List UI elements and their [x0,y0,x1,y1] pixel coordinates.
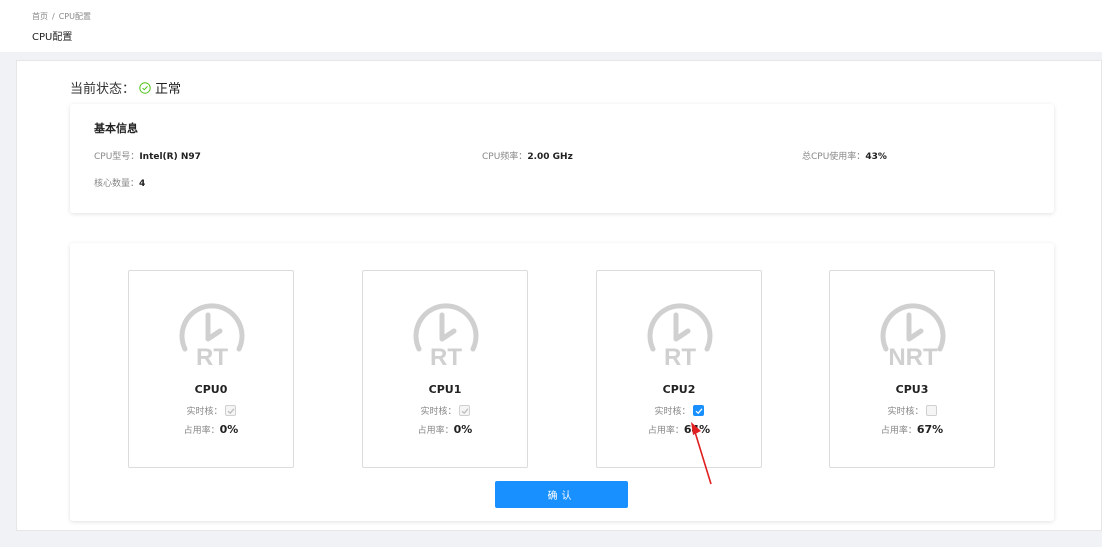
core-name: CPU2 [662,383,696,396]
realtime-checkbox[interactable] [458,405,470,416]
current-status: 当前状态： 正常 [70,78,181,97]
confirm-button[interactable]: 确认 [495,481,628,508]
check-circle-icon [139,81,151,94]
basic-info-title: 基本信息 [94,122,138,135]
core-realtime-row: 实时核： [129,404,293,417]
core-realtime-row: 实时核： [830,404,994,417]
breadcrumb-current: CPU配置 [58,12,91,21]
cpu-core-card: NRT CPU3 实时核： 占用率：67% [829,270,995,468]
status-value: 正常 [155,82,182,97]
cpu-cores-card: RT CPU0 实时核： 占用率：0% RT CPU1 实时核： 占用率：0% RT CPU2 实时… [70,243,1054,521]
core-realtime-label: 实时核： [420,407,457,417]
cpu-core-card: RT CPU1 实时核： 占用率：0% [362,270,528,468]
core-type-tag: RT [664,344,696,369]
core-usage-label: 占用率： [417,426,454,436]
realtime-checkbox[interactable] [224,405,236,416]
breadcrumb-separator: / [52,12,55,21]
total-cpu-usage-label: 总CPU使用率： [802,152,866,162]
realtime-checkbox[interactable] [925,405,937,416]
core-usage-value: 0% [219,423,239,436]
page-title: CPU配置 [32,32,73,43]
core-usage-value: 0% [453,423,473,436]
core-count-label: 核心数量： [94,179,140,189]
core-name: CPU0 [194,383,228,396]
cpu-frequency: CPU频率：2.00 GHz [482,149,573,162]
clock-rt-icon: RT [179,303,245,369]
core-realtime-row: 实时核： [363,404,527,417]
breadcrumb-home[interactable]: 首页 [32,12,48,21]
cpu-model-label: CPU型号： [94,152,140,162]
core-realtime-row: 实时核： [597,404,761,417]
core-usage-label: 占用率： [183,426,220,436]
core-count-value: 4 [139,179,146,189]
core-type-tag: RT [196,344,228,369]
cpu-model: CPU型号：Intel(R) N97 [94,149,201,162]
core-usage-row: 占用率：67% [830,423,994,436]
page-header: 首页 / CPU配置 CPU配置 [0,0,1102,52]
core-name: CPU3 [895,383,929,396]
core-usage-label: 占用率： [647,426,684,436]
core-type-tag: NRT [888,344,938,369]
core-usage-row: 占用率：0% [363,423,527,436]
cpu-core-card: RT CPU0 实时核： 占用率：0% [128,270,294,468]
core-count: 核心数量：4 [94,176,145,189]
core-realtime-label: 实时核： [887,407,924,417]
cpu-frequency-value: 2.00 GHz [527,152,573,162]
core-realtime-label: 实时核： [654,407,691,417]
realtime-checkbox[interactable] [692,405,704,416]
core-usage-row: 占用率：0% [129,423,293,436]
cpu-core-card: RT CPU2 实时核： 占用率：64% [596,270,762,468]
core-usage-label: 占用率： [880,426,917,436]
core-realtime-label: 实时核： [186,407,223,417]
breadcrumb: 首页 / CPU配置 [32,11,91,22]
clock-rt-icon: RT [647,303,713,369]
core-name: CPU1 [428,383,462,396]
status-label: 当前状态： [70,82,136,97]
total-cpu-usage-value: 43% [865,152,887,162]
annotation-arrow-icon [691,422,712,485]
total-cpu-usage: 总CPU使用率：43% [802,149,887,162]
cpu-model-value: Intel(R) N97 [139,152,201,162]
basic-info-card: 基本信息 CPU型号：Intel(R) N97 CPU频率：2.00 GHz 总… [70,104,1054,213]
clock-rt-icon: NRT [880,303,946,369]
clock-rt-icon: RT [413,303,479,369]
core-usage-row: 占用率：64% [597,423,761,436]
cpu-frequency-label: CPU频率： [482,152,528,162]
core-usage-value: 67% [916,423,944,436]
core-type-tag: RT [430,344,462,369]
